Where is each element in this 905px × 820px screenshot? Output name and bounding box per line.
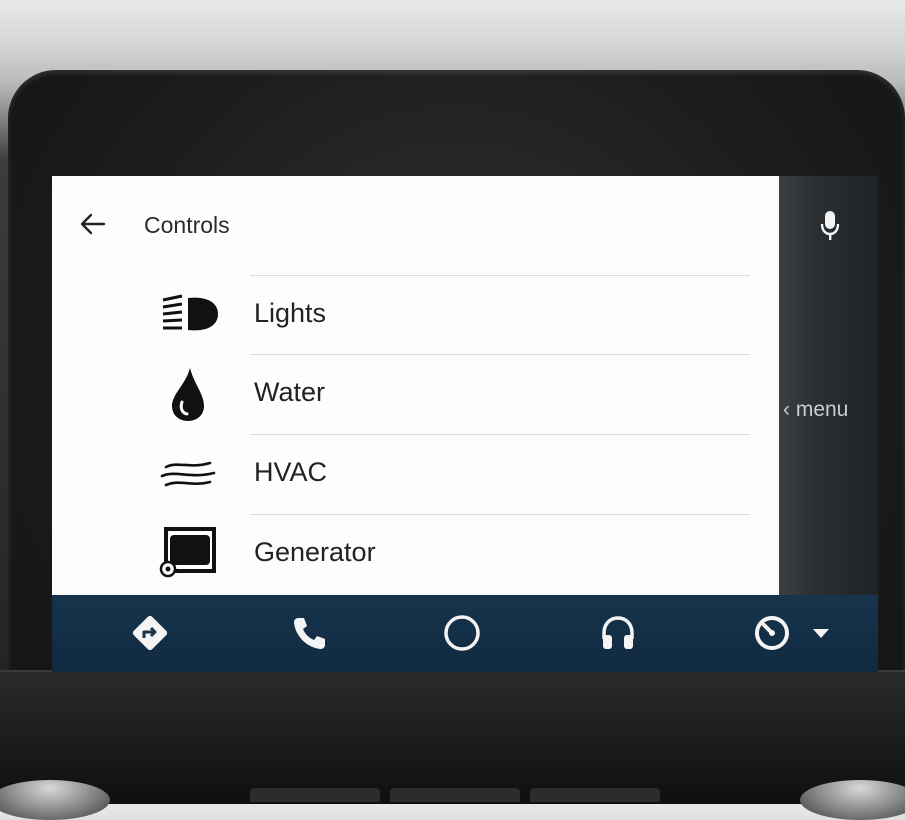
vent — [530, 788, 660, 802]
head-unit-screen: Controls Lights Water HVAC Generator ‹ m… — [52, 176, 878, 672]
microphone-icon[interactable] — [819, 209, 841, 243]
vent — [250, 788, 380, 802]
dashboard-lower — [0, 670, 905, 804]
list-item-label: HVAC — [254, 457, 328, 487]
list-item-lights[interactable]: Lights — [52, 276, 779, 355]
bottom-nav-bar — [52, 595, 878, 672]
list-item-label: Lights — [254, 298, 327, 328]
list-item-label: Water — [254, 377, 326, 407]
home-circle-icon[interactable] — [442, 613, 482, 653]
page-title: Controls — [144, 212, 230, 238]
list-item-generator[interactable]: Generator — [52, 515, 779, 594]
vent — [390, 788, 520, 802]
water-drop-icon — [172, 368, 204, 421]
left-knob[interactable] — [0, 780, 110, 820]
headlight-icon — [162, 294, 218, 331]
phone-icon[interactable] — [289, 613, 329, 653]
list-item-water[interactable]: Water — [52, 355, 779, 434]
side-rail: ‹ menu — [779, 176, 878, 595]
back-arrow-icon[interactable] — [78, 209, 108, 239]
air-flow-icon — [160, 461, 216, 487]
menu-hint[interactable]: ‹ menu — [783, 398, 848, 422]
generator-icon — [159, 527, 216, 578]
list-item-hvac[interactable]: HVAC — [52, 435, 779, 514]
gauge-icon[interactable] — [752, 613, 836, 653]
right-knob[interactable] — [800, 780, 905, 820]
headphones-icon[interactable] — [598, 613, 638, 653]
controls-panel: Controls Lights Water HVAC Generator — [52, 176, 779, 595]
list-item-label: Generator — [254, 537, 376, 567]
navigation-icon[interactable] — [130, 613, 170, 653]
